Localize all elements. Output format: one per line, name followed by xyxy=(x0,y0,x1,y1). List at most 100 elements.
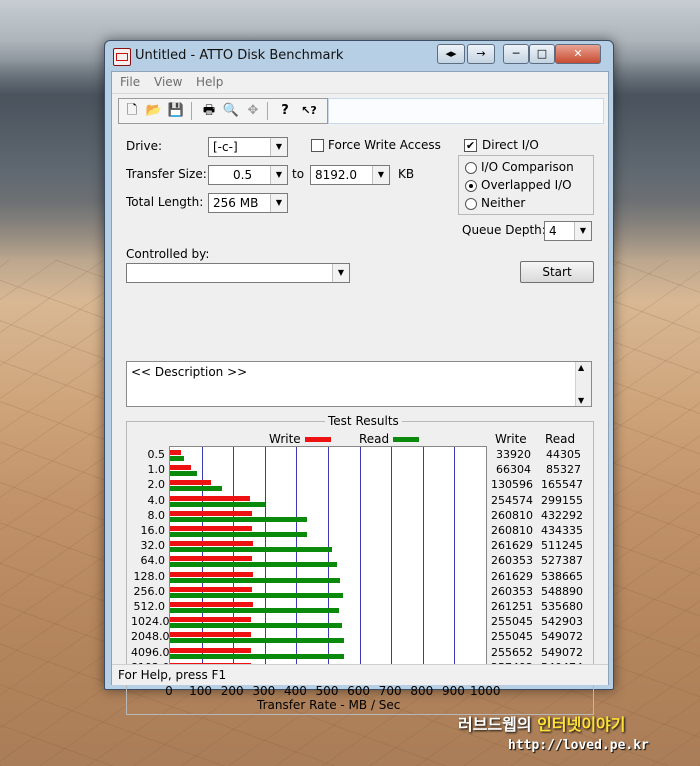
write-bar xyxy=(170,632,251,638)
chevron-down-icon: ▼ xyxy=(270,138,287,156)
menu-view[interactable]: View xyxy=(154,75,182,89)
direct-io-label[interactable]: Direct I/O xyxy=(482,138,539,152)
queue-depth-select[interactable]: 4 ▼ xyxy=(544,221,592,241)
io-comparison-label[interactable]: I/O Comparison xyxy=(481,160,574,174)
write-value: 33920 xyxy=(496,448,531,461)
write-value: 261629 xyxy=(491,539,533,553)
write-bar xyxy=(170,465,191,471)
x-tick-label: 900 xyxy=(441,684,465,698)
column-write-header: Write xyxy=(495,432,527,446)
read-bar xyxy=(170,532,308,537)
start-button[interactable]: Start xyxy=(520,261,594,283)
y-category-label: 128.0 xyxy=(133,569,166,583)
menu-file[interactable]: File xyxy=(120,75,140,89)
y-category-label: 0.5 xyxy=(147,448,166,461)
x-tick-label: 100 xyxy=(189,684,213,698)
write-value: 130596 xyxy=(491,478,533,492)
scroll-up-icon[interactable]: ▲ xyxy=(578,363,584,372)
total-length-value: 256 MB xyxy=(213,196,259,210)
client-area: File View Help 🗋 📂 💾 🖶 🔍 ✥ ? ↖? Drive: [… xyxy=(111,71,609,715)
read-value: 548890 xyxy=(541,584,583,598)
close-button[interactable]: ✕ xyxy=(555,44,601,64)
force-write-access-checkbox[interactable] xyxy=(311,139,324,152)
write-value: 260353 xyxy=(491,554,533,568)
description-box[interactable]: << Description >> ▲ ▼ xyxy=(126,361,592,407)
toolbar: 🗋 📂 💾 🖶 🔍 ✥ ? ↖? xyxy=(112,93,608,128)
exit-arrow-icon[interactable]: → xyxy=(467,44,495,64)
move-icon[interactable]: ✥ xyxy=(243,101,263,121)
print-icon[interactable]: 🖶 xyxy=(199,101,219,121)
scroll-down-icon[interactable]: ▼ xyxy=(578,396,584,405)
y-category-label: 4.0 xyxy=(147,493,166,507)
overlapped-io-radio[interactable] xyxy=(465,180,477,192)
read-bar xyxy=(170,471,197,477)
read-bar xyxy=(170,592,344,598)
y-category-label: 4096.0 xyxy=(131,645,170,659)
x-tick-label: 400 xyxy=(283,684,307,698)
new-icon[interactable]: 🗋 xyxy=(122,101,142,121)
status-bar: For Help, press F1 xyxy=(112,664,608,685)
drive-select[interactable]: [-c-] ▼ xyxy=(208,137,288,157)
y-category-label: 1024.0 xyxy=(131,615,170,629)
toolbar-separator xyxy=(267,102,268,120)
gridline xyxy=(360,447,361,681)
total-length-select[interactable]: 256 MB ▼ xyxy=(208,193,288,213)
read-value: 511245 xyxy=(541,539,583,553)
maximize-button[interactable]: □ xyxy=(529,44,555,64)
context-help-icon[interactable]: ↖? xyxy=(299,101,319,121)
write-bar xyxy=(170,602,253,607)
total-length-label: Total Length: xyxy=(126,195,204,209)
overlapped-io-label[interactable]: Overlapped I/O xyxy=(481,178,572,192)
open-icon[interactable]: 📂 xyxy=(144,101,164,121)
controlled-by-label: Controlled by: xyxy=(126,247,210,261)
write-bar xyxy=(170,571,253,577)
write-value: 260810 xyxy=(491,508,533,522)
read-value: 527387 xyxy=(541,554,583,568)
neither-label[interactable]: Neither xyxy=(481,196,525,210)
y-category-label: 64.0 xyxy=(140,554,166,568)
print-preview-icon[interactable]: 🔍 xyxy=(221,101,241,121)
transfer-size-to-select[interactable]: 8192.0 ▼ xyxy=(310,165,390,185)
window-title: Untitled - ATTO Disk Benchmark xyxy=(135,48,344,63)
controlled-by-select[interactable]: ▼ xyxy=(126,263,350,283)
kb-label: KB xyxy=(398,167,415,181)
restore-arrows-icon[interactable]: ◂▸ xyxy=(437,44,465,64)
minimize-button[interactable]: ─ xyxy=(503,44,529,64)
write-value: 66304 xyxy=(496,463,531,477)
legend-write-label: Write xyxy=(269,432,301,446)
write-value: 260810 xyxy=(491,524,533,537)
help-icon[interactable]: ? xyxy=(275,101,295,121)
gridline xyxy=(391,447,392,681)
save-icon[interactable]: 💾 xyxy=(166,101,186,121)
y-category-label: 2048.0 xyxy=(131,630,170,644)
write-value: 261251 xyxy=(491,600,533,613)
gridline xyxy=(454,447,455,681)
benchmark-form: Drive: [-c-] ▼ Transfer Size: 0.5 ▼ to 8… xyxy=(112,127,608,715)
read-value: 85327 xyxy=(546,463,581,477)
read-bar xyxy=(170,638,344,644)
title-bar[interactable]: Untitled - ATTO Disk Benchmark ◂▸ → ─ □ … xyxy=(105,41,613,71)
read-bar xyxy=(170,516,307,522)
menu-help[interactable]: Help xyxy=(196,75,223,89)
write-value: 254574 xyxy=(491,493,533,507)
io-mode-group: I/O Comparison Overlapped I/O Neither xyxy=(458,155,594,215)
io-comparison-radio[interactable] xyxy=(465,162,477,174)
read-value: 434335 xyxy=(541,524,583,537)
write-bar xyxy=(170,526,253,531)
description-scrollbar[interactable]: ▲ ▼ xyxy=(575,362,591,406)
neither-radio[interactable] xyxy=(465,198,477,210)
transfer-to-value: 8192.0 xyxy=(315,168,357,182)
write-value: 261629 xyxy=(491,569,533,583)
force-write-access-label[interactable]: Force Write Access xyxy=(328,138,441,152)
direct-io-checkbox[interactable]: ✔ xyxy=(464,139,477,152)
to-label: to xyxy=(292,167,305,181)
transfer-size-from-select[interactable]: 0.5 ▼ xyxy=(208,165,288,185)
menu-bar: File View Help xyxy=(112,72,608,92)
y-category-label: 1.0 xyxy=(147,463,166,477)
chevron-down-icon: ▼ xyxy=(574,222,591,240)
atto-window: Untitled - ATTO Disk Benchmark ◂▸ → ─ □ … xyxy=(104,40,614,715)
write-value: 255045 xyxy=(491,615,533,629)
write-value: 260353 xyxy=(491,584,533,598)
read-bar xyxy=(170,486,223,492)
read-value: 44305 xyxy=(546,448,581,461)
